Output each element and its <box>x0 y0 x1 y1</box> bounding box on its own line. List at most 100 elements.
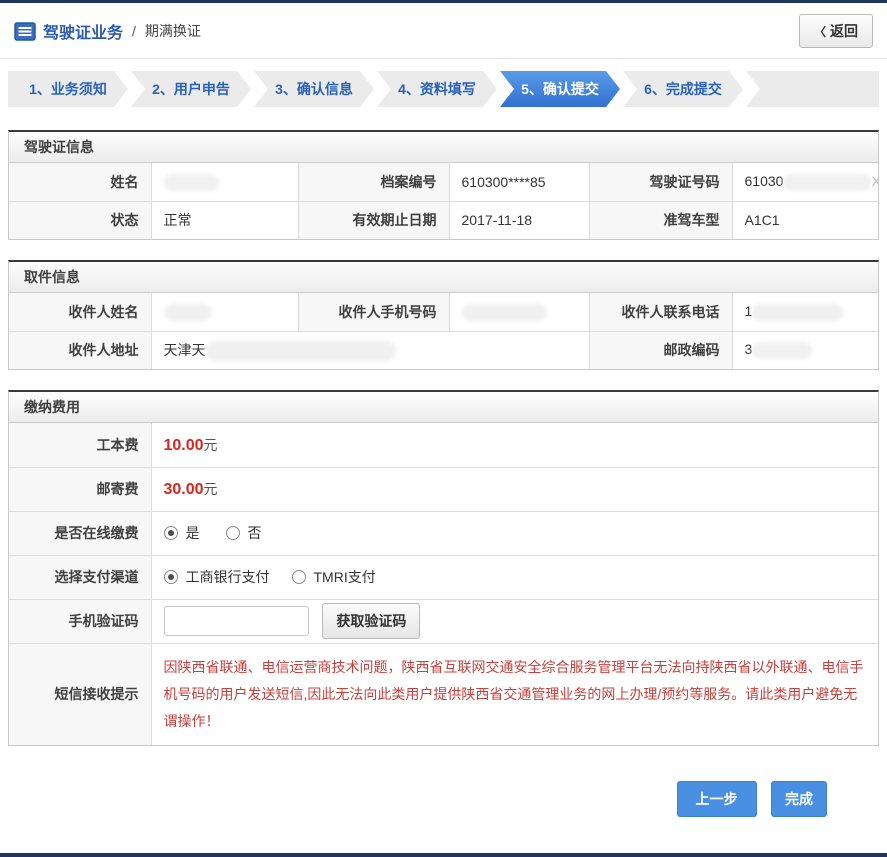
license-business-icon <box>14 21 36 41</box>
postage-amount: 30.00 <box>163 481 204 498</box>
redaction-blur <box>163 173 219 191</box>
redaction-blur <box>461 303 547 321</box>
vehicle-type-value: A1C1 <box>731 200 879 240</box>
step-5-confirm-submit-active[interactable]: 5、确认提交 <box>500 71 620 107</box>
name-value <box>150 162 299 202</box>
license-info-table: 姓名 档案编号 610300****85 驾驶证号码 61030 X 状态 正常 … <box>8 162 879 240</box>
sms-code-input[interactable] <box>163 606 309 636</box>
breadcrumb-current: 期满换证 <box>144 23 201 39</box>
payment-section: 缴纳费用 工本费 10.00元 邮寄费 30.00元 是否在线缴费 是 否 选择… <box>8 390 879 747</box>
fee-label: 工本费 <box>8 422 152 468</box>
status-value: 正常 <box>150 200 299 240</box>
address-value: 天津天 <box>150 330 590 370</box>
archive-no-value: 610300****85 <box>448 162 590 202</box>
pay-channel-label: 选择支付渠道 <box>8 554 152 600</box>
recipient-mobile-label: 收件人手机号码 <box>297 292 450 332</box>
recipient-tel-prefix: 1 <box>744 302 753 319</box>
radio-option-tmri[interactable]: TMRI支付 <box>291 567 376 587</box>
payment-table: 工本费 10.00元 邮寄费 30.00元 是否在线缴费 是 否 选择支付渠道 … <box>8 422 879 746</box>
step-3-confirm-info[interactable]: 3、确认信息 <box>254 71 374 107</box>
radio-checked-icon[interactable] <box>163 570 178 584</box>
redaction-blur <box>163 303 212 321</box>
table-row: 邮寄费 30.00元 <box>8 466 879 512</box>
archive-no-label: 档案编号 <box>297 162 450 202</box>
pickup-info-title: 取件信息 <box>9 262 878 293</box>
back-button[interactable]: 〈 返回 <box>798 14 873 48</box>
postcode-prefix: 3 <box>744 341 753 358</box>
sms-code-field: 获取验证码 <box>150 598 879 644</box>
table-row: 是否在线缴费 是 否 <box>8 510 879 556</box>
table-row: 工本费 10.00元 <box>8 422 879 468</box>
radio-unchecked-icon[interactable] <box>291 570 306 584</box>
radio-option-yes[interactable]: 是 <box>163 523 200 543</box>
radio-option-no[interactable]: 否 <box>225 523 262 543</box>
fee-value: 10.00元 <box>150 422 879 468</box>
footer-actions: 上一步 完成 <box>0 781 827 818</box>
online-pay-options: 是 否 <box>150 510 879 556</box>
fee-amount: 10.00 <box>163 436 204 454</box>
radio-unchecked-icon[interactable] <box>225 526 240 540</box>
vehicle-type-label: 准驾车型 <box>588 200 733 240</box>
back-button-label: 返回 <box>830 23 858 39</box>
postcode-value: 3 <box>731 330 879 370</box>
redaction-blur <box>752 342 813 360</box>
radio-option-icbc-label[interactable]: 工商银行支付 <box>186 567 270 587</box>
expiry-value: 2017-11-18 <box>448 200 590 240</box>
status-label: 状态 <box>8 200 152 240</box>
payment-title: 缴纳费用 <box>9 392 878 423</box>
step-6-complete-submit[interactable]: 6、完成提交 <box>623 71 743 107</box>
online-pay-label: 是否在线缴费 <box>8 510 152 556</box>
get-code-button[interactable]: 获取验证码 <box>322 603 421 639</box>
sms-tip-text: 因陕西省联通、电信运营商技术问题，陕西省互联网交通安全综合服务管理平台无法向持陕… <box>163 658 864 730</box>
redaction-blur <box>205 340 396 361</box>
previous-step-button[interactable]: 上一步 <box>676 781 757 818</box>
license-info-section: 驾驶证信息 姓名 档案编号 610300****85 驾驶证号码 61030 X … <box>8 130 879 240</box>
page-title: 驾驶证业务 <box>43 25 124 42</box>
license-no-tail: X <box>871 173 877 189</box>
table-row: 姓名 档案编号 610300****85 驾驶证号码 61030 X <box>8 162 879 202</box>
step-bar-filler <box>746 71 879 107</box>
sms-code-label: 手机验证码 <box>8 598 152 644</box>
postage-unit: 元 <box>203 481 218 497</box>
recipient-name-label: 收件人姓名 <box>8 292 152 332</box>
license-no-label: 驾驶证号码 <box>588 162 733 202</box>
table-row: 选择支付渠道 工商银行支付 TMRI支付 <box>8 554 879 600</box>
radio-checked-icon[interactable] <box>163 526 178 540</box>
finish-button[interactable]: 完成 <box>771 781 827 818</box>
back-chevron-icon: 〈 <box>813 24 826 39</box>
recipient-name-value <box>150 292 299 332</box>
table-row: 收件人姓名 收件人手机号码 收件人联系电话 1 <box>8 292 879 332</box>
postage-label: 邮寄费 <box>8 466 152 512</box>
name-label: 姓名 <box>8 162 152 202</box>
breadcrumb-separator: / <box>132 23 136 39</box>
bottom-accent-bar <box>0 853 887 857</box>
postage-value: 30.00元 <box>150 466 879 512</box>
step-2-user-declaration[interactable]: 2、用户申告 <box>131 71 251 107</box>
radio-option-yes-label[interactable]: 是 <box>186 523 200 543</box>
radio-option-icbc[interactable]: 工商银行支付 <box>163 567 270 587</box>
step-4-fill-data[interactable]: 4、资料填写 <box>377 71 497 107</box>
recipient-mobile-value <box>448 292 590 332</box>
table-row: 短信接收提示 因陕西省联通、电信运营商技术问题，陕西省互联网交通安全综合服务管理… <box>8 642 879 746</box>
step-1-business-notes[interactable]: 1、业务须知 <box>8 71 128 107</box>
address-label: 收件人地址 <box>8 330 152 370</box>
license-no-value: 61030 X <box>731 162 879 202</box>
page: 驾驶证业务 / 期满换证 〈 返回 1、业务须知 2、用户申告 3、确认信息 4… <box>0 0 887 857</box>
table-row: 手机验证码 获取验证码 <box>8 598 879 644</box>
radio-option-tmri-label[interactable]: TMRI支付 <box>314 567 376 587</box>
sms-tip-cell: 因陕西省联通、电信运营商技术问题，陕西省互联网交通安全综合服务管理平台无法向持陕… <box>150 642 879 746</box>
postcode-label: 邮政编码 <box>588 330 733 370</box>
redaction-blur <box>783 173 872 191</box>
fee-unit: 元 <box>203 436 218 453</box>
breadcrumb: 驾驶证业务 / 期满换证 <box>14 19 201 43</box>
address-prefix: 天津天 <box>163 341 206 358</box>
step-wizard: 1、业务须知 2、用户申告 3、确认信息 4、资料填写 5、确认提交 6、完成提… <box>8 71 879 107</box>
pay-channel-options: 工商银行支付 TMRI支付 <box>150 554 879 600</box>
expiry-label: 有效期止日期 <box>297 200 450 240</box>
redaction-blur <box>752 303 845 321</box>
radio-option-no-label[interactable]: 否 <box>248 523 262 543</box>
sms-tip-label: 短信接收提示 <box>8 642 152 746</box>
page-header: 驾驶证业务 / 期满换证 〈 返回 <box>0 3 887 59</box>
table-row: 状态 正常 有效期止日期 2017-11-18 准驾车型 A1C1 <box>8 200 879 240</box>
license-info-title: 驾驶证信息 <box>9 132 878 163</box>
